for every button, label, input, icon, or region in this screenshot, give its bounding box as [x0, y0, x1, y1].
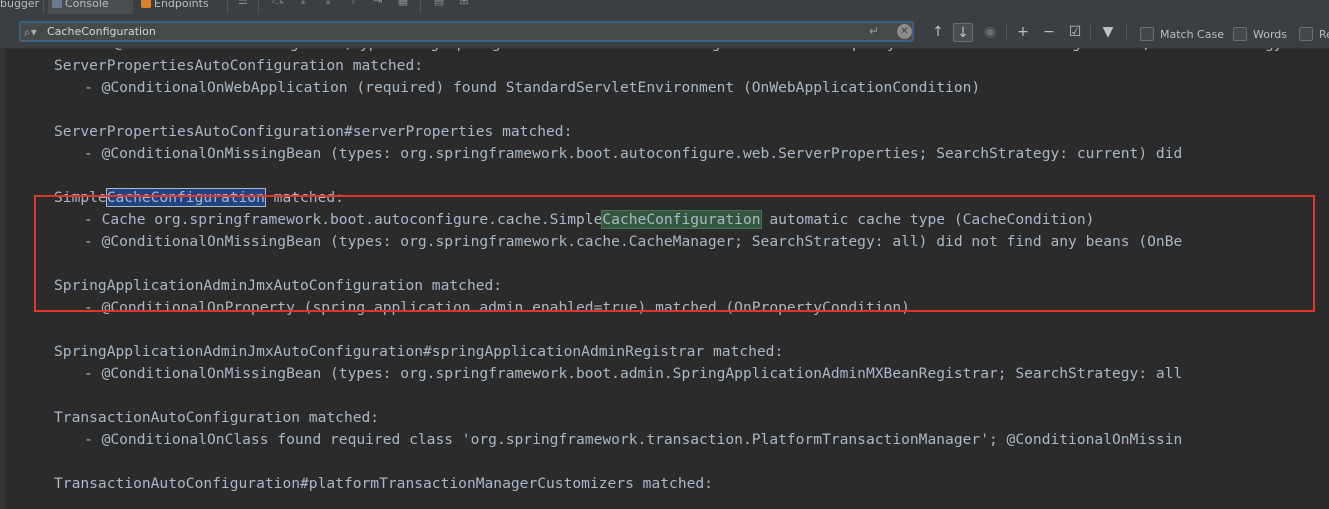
match-case-box[interactable] — [1140, 27, 1154, 41]
threads-icon[interactable]: ▤ — [433, 0, 445, 6]
search-match: CacheConfiguration — [601, 210, 762, 229]
force-step-into-icon[interactable]: ⤓ — [322, 0, 334, 6]
console-line: ServerPropertiesAutoConfiguration matche… — [54, 57, 424, 74]
console-line: - @ConditionalOnMissingBean (types: org.… — [84, 145, 1183, 162]
tab-separator — [43, 0, 44, 14]
find-all-icon[interactable]: ◉ — [980, 23, 1000, 42]
console-line: SpringApplicationAdminJmxAutoConfigurati… — [54, 277, 503, 294]
filter-icon[interactable]: ▼ — [1098, 23, 1118, 42]
search-field[interactable]: ⌕▾ CacheConfiguration ↵ ✕ — [19, 21, 914, 42]
words-checkbox[interactable]: Words — [1233, 27, 1287, 41]
tab-debugger-label: bugger — [0, 0, 40, 10]
console-line-text: matched: — [264, 189, 344, 206]
match-case-checkbox[interactable]: Match Case — [1140, 27, 1224, 41]
endpoints-icon — [141, 0, 151, 8]
step-out-icon[interactable]: ⤒ — [347, 0, 359, 6]
find-bar: ⌕▾ CacheConfiguration ↵ ✕ ↑ ↓ ◉ + − ☑ ▼ … — [0, 14, 1329, 49]
console-icon — [52, 0, 62, 8]
tool-window-tab-strip: bugger Console Endpoints ☰ ⤼ ⤓ ⤓ ⤒ ⇥ ▦ ▤… — [0, 0, 1329, 14]
tab-separator — [227, 0, 228, 14]
console-line-text: Simple — [54, 189, 107, 206]
console-line: - @ConditionalOnMissingBean (types: org.… — [84, 233, 1183, 250]
search-input[interactable]: CacheConfiguration — [47, 23, 156, 40]
run-to-cursor-icon[interactable]: ⇥ — [372, 0, 384, 6]
console-line: - Cache org.springframework.boot.autocon… — [84, 209, 1094, 231]
previous-occurrence-button[interactable]: ↑ — [928, 23, 948, 42]
console-line: ServerPropertiesAutoConfiguration#server… — [54, 123, 573, 140]
console-line: - @ConditionalOnClass found required cla… — [84, 431, 1183, 448]
regex-label: Re — [1319, 28, 1329, 41]
select-all-occurrences-icon[interactable]: ☑ — [1065, 23, 1085, 42]
findbar-separator — [1090, 24, 1091, 41]
console-line: @ConditionalOnMissingBean (types: org.sp… — [114, 48, 1291, 55]
match-case-label: Match Case — [1160, 28, 1224, 41]
step-into-icon[interactable]: ⤓ — [297, 0, 309, 6]
console-line: SpringApplicationAdminJmxAutoConfigurati… — [54, 343, 784, 360]
regex-box[interactable] — [1299, 27, 1313, 41]
console-line: - @ConditionalOnWebApplication (required… — [84, 79, 981, 96]
enter-icon: ↵ — [869, 24, 880, 38]
words-label: Words — [1253, 28, 1288, 41]
tab-endpoints[interactable]: Endpoints — [137, 0, 209, 14]
console-line: TransactionAutoConfiguration#platformTra… — [54, 475, 713, 492]
findbar-separator — [1126, 24, 1127, 41]
tab-debugger[interactable]: bugger — [0, 0, 39, 14]
console-output[interactable]: @ConditionalOnMissingBean (types: org.sp… — [54, 48, 1329, 509]
console-line: TransactionAutoConfiguration matched: — [54, 409, 380, 426]
console-line: - @ConditionalOnProperty (spring.applica… — [84, 299, 910, 316]
remove-occurrence-icon[interactable]: − — [1039, 23, 1059, 42]
tab-console[interactable]: Console — [48, 0, 133, 14]
clear-icon[interactable]: ✕ — [897, 24, 912, 39]
restore-layout-icon[interactable]: ☰ — [237, 0, 249, 6]
tab-console-label: Console — [65, 0, 109, 10]
console-line-text: - Cache org.springframework.boot.autocon… — [84, 211, 603, 228]
console-line-text: automatic cache type (CacheCondition) — [760, 211, 1095, 228]
tab-endpoints-label: Endpoints — [154, 0, 209, 10]
next-occurrence-button[interactable]: ↓ — [953, 23, 973, 42]
left-gutter — [0, 48, 6, 509]
toolbar-separator — [420, 0, 421, 14]
toolbar-separator — [258, 0, 259, 14]
words-box[interactable] — [1233, 27, 1247, 41]
console-line: SimpleCacheConfiguration matched: — [54, 187, 344, 209]
regex-checkbox[interactable]: Re — [1299, 27, 1329, 41]
findbar-separator — [1006, 24, 1007, 41]
step-over-icon[interactable]: ⤼ — [272, 0, 284, 6]
console-line: - @ConditionalOnMissingBean (types: org.… — [84, 365, 1183, 382]
current-search-match: CacheConfiguration — [105, 188, 266, 207]
add-occurrence-icon[interactable]: + — [1013, 23, 1033, 42]
search-history-icon[interactable]: ⌕▾ — [24, 24, 40, 40]
settings-icon[interactable]: ⊞ — [458, 0, 470, 6]
evaluate-expression-icon[interactable]: ▦ — [397, 0, 409, 6]
